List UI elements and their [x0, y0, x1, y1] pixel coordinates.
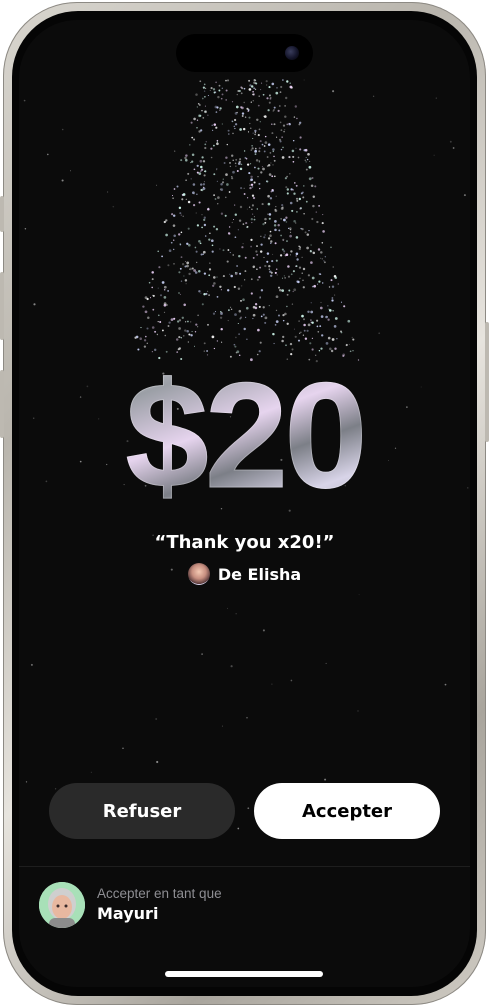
volume-down-button [0, 370, 4, 438]
dynamic-island [176, 34, 313, 72]
gift-amount: $20 [19, 360, 470, 511]
accept-button[interactable]: Accepter [254, 783, 440, 839]
memoji-icon [39, 882, 85, 928]
gift-message: “Thank you x20!” [154, 532, 335, 553]
home-indicator[interactable] [165, 971, 323, 977]
volume-up-button [0, 272, 4, 340]
sender-avatar [187, 563, 210, 585]
account-name: Mayuri [97, 904, 159, 923]
divider [19, 866, 470, 867]
front-camera-icon [285, 46, 299, 60]
sender-name: De Elisha [217, 564, 302, 584]
account-avatar [39, 882, 85, 928]
sender-row: De Elisha [19, 563, 470, 585]
action-button [0, 196, 4, 232]
screen: $20 “Thank you x20!” De Elisha Refuser A… [19, 20, 470, 987]
power-button [485, 322, 489, 442]
accept-as-caption: Accepter en tant que [97, 886, 222, 901]
decline-button[interactable]: Refuser [49, 783, 235, 839]
